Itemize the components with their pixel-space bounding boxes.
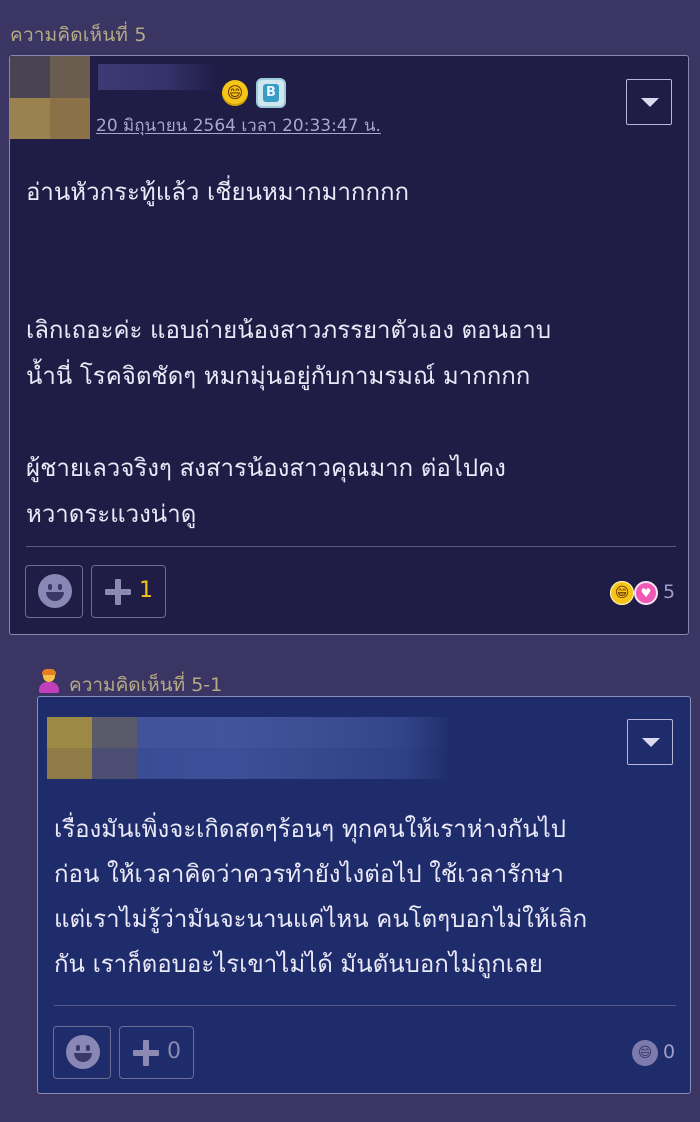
heart-reaction-icon: ♥ bbox=[634, 581, 658, 605]
smile-icon bbox=[66, 1035, 100, 1069]
reply-options-button[interactable] bbox=[627, 719, 673, 765]
reply-body: เรื่องมันเพิ่งจะเกิดสดๆร้อนๆ ทุกคนให้เรา… bbox=[54, 815, 588, 978]
comment-paragraph: ผู้ชายเลวจริงๆ สงสารน้องสาวคุณมาก ต่อไปค… bbox=[26, 454, 506, 528]
plus-icon bbox=[133, 1040, 159, 1066]
divider bbox=[54, 1005, 676, 1006]
reaction-count[interactable]: 0 bbox=[663, 1041, 675, 1063]
divider bbox=[26, 546, 676, 547]
member-badge-letter: B bbox=[263, 84, 279, 102]
chevron-down-icon bbox=[641, 98, 659, 107]
comment-timestamp[interactable]: 20 มิถุนายน 2564 เวลา 20:33:47 น. bbox=[96, 112, 381, 139]
comment-card: 😄 B 20 มิถุนายน 2564 เวลา 20:33:47 น. อ่… bbox=[9, 55, 689, 635]
comment-options-button[interactable] bbox=[626, 79, 672, 125]
smile-reaction-icon: 😄 bbox=[632, 1040, 658, 1066]
vote-count: 1 bbox=[139, 578, 153, 603]
vote-plus-button[interactable]: 0 bbox=[119, 1026, 194, 1079]
avatar[interactable] bbox=[47, 717, 137, 779]
member-badge-icon: B bbox=[256, 78, 286, 108]
avatar[interactable] bbox=[10, 56, 90, 139]
username-blurred[interactable] bbox=[137, 717, 452, 779]
username-blurred[interactable] bbox=[98, 64, 218, 90]
smile-icon bbox=[38, 574, 72, 608]
comment-body: อ่านหัวกระทู้แล้ว เชี่ยนหมากมากกกก เลิกเ… bbox=[26, 169, 666, 537]
reaction-count[interactable]: 5 bbox=[663, 581, 675, 603]
plus-icon bbox=[105, 579, 131, 605]
chevron-down-icon bbox=[642, 738, 660, 747]
reply-card: เรื่องมันเพิ่งจะเกิดสดๆร้อนๆ ทุกคนให้เรา… bbox=[37, 696, 691, 1094]
emoji-badge-icon: 😄 bbox=[222, 80, 248, 106]
comment-paragraph: เลิกเถอะค่ะ แอบถ่ายน้องสาวภรรยาตัวเอง ตอ… bbox=[26, 316, 552, 390]
laugh-reaction-icon: 😁 bbox=[610, 581, 634, 605]
emotion-button[interactable] bbox=[25, 565, 83, 618]
comment-paragraph: อ่านหัวกระทู้แล้ว เชี่ยนหมากมากกกก bbox=[26, 178, 410, 206]
comment-number-label: ความคิดเห็นที่ 5 bbox=[10, 24, 147, 46]
person-icon bbox=[38, 669, 60, 694]
emotion-button[interactable] bbox=[53, 1026, 111, 1079]
vote-plus-button[interactable]: 1 bbox=[91, 565, 166, 618]
vote-count: 0 bbox=[167, 1039, 181, 1064]
